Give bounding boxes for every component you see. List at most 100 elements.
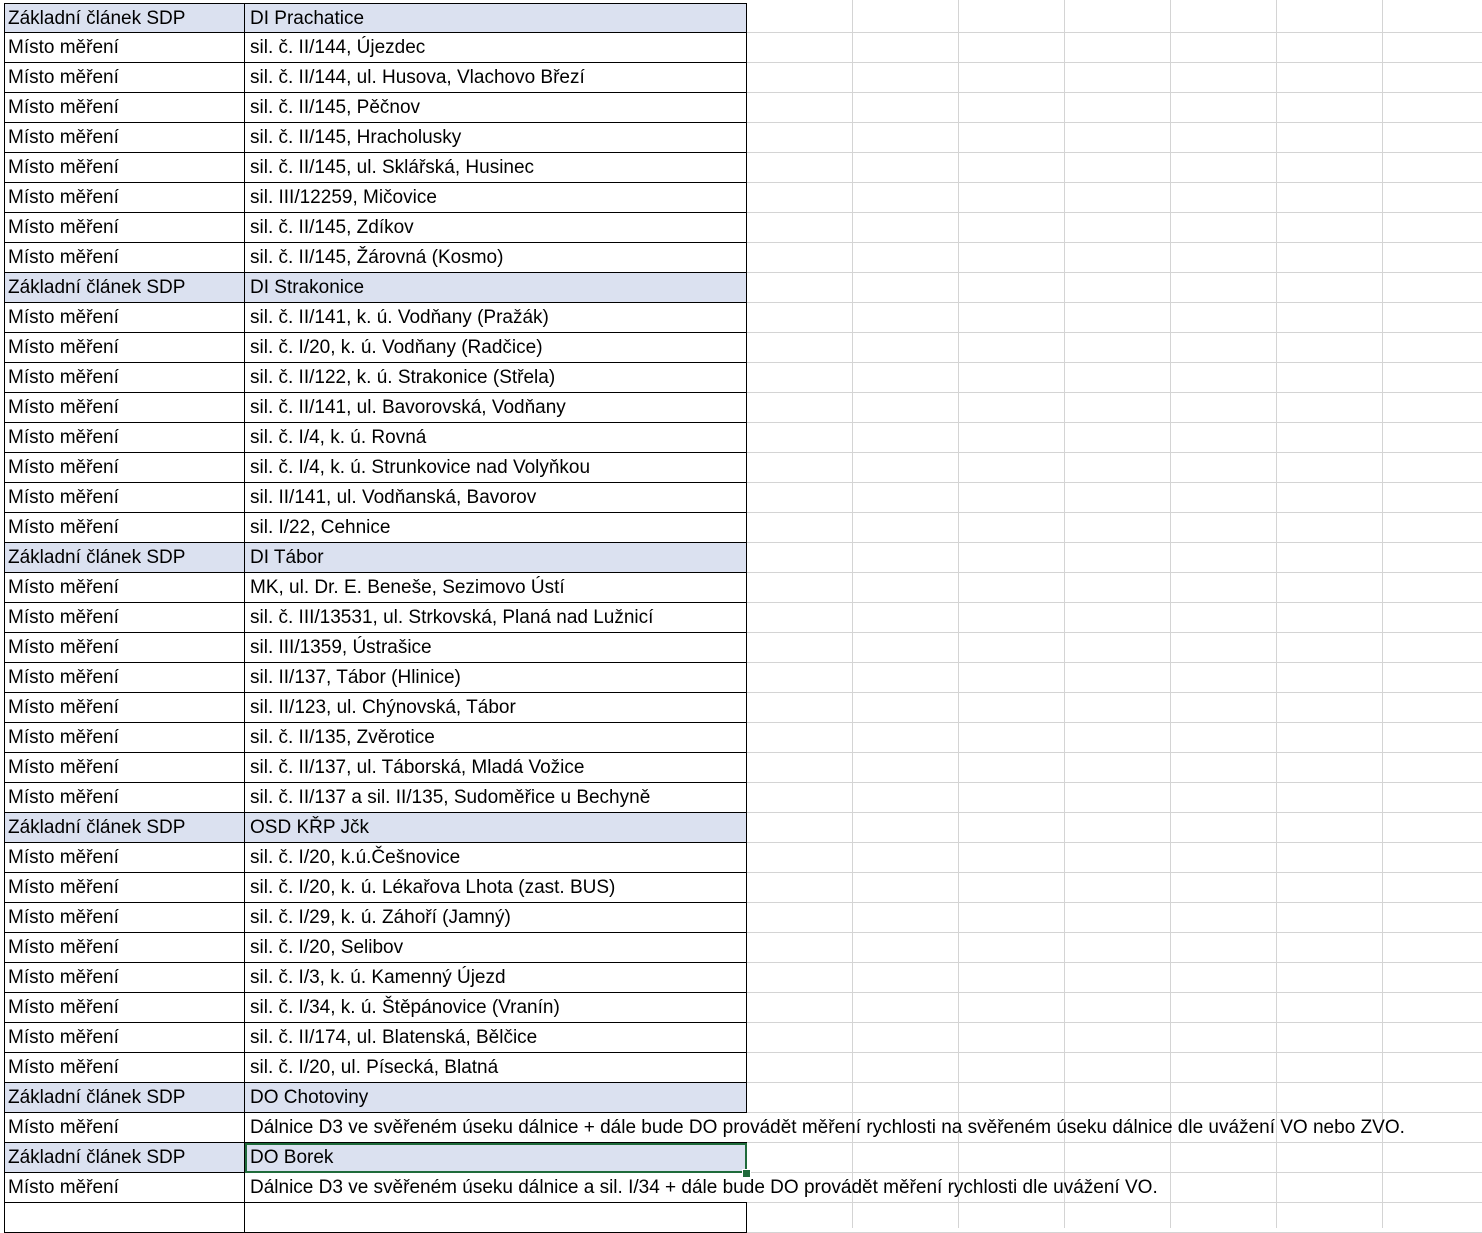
cell-column-a[interactable]: Místo měření [4,693,245,723]
cell-column-a[interactable]: Místo měření [4,363,245,393]
cell-column-b[interactable]: DI Tábor [245,543,747,573]
cell-column-a[interactable]: Místo měření [4,33,245,63]
cell-column-b[interactable]: sil. č. II/145, ul. Sklářská, Husinec [245,153,747,183]
cell-column-a[interactable]: Místo měření [4,963,245,993]
cell-column-a[interactable]: Místo měření [4,663,245,693]
cell-column-a[interactable]: Základní článek SDP [4,1143,245,1173]
cell-column-a[interactable]: Základní článek SDP [4,813,245,843]
cell-column-a[interactable]: Místo měření [4,243,245,273]
table-row: Místo měření sil. č. II/137 a sil. II/135… [0,783,1482,813]
cell-column-a[interactable]: Místo měření [4,483,245,513]
cell-column-b[interactable]: sil. č. II/122, k. ú. Strakonice (Střela… [245,363,747,393]
cell-column-a[interactable]: Místo měření [4,1113,245,1143]
cell-column-b[interactable]: sil. č. II/145, Žárovná (Kosmo) [245,243,747,273]
cell-column-a[interactable]: Základní článek SDP [4,1083,245,1113]
cell-column-a[interactable]: Místo měření [4,783,245,813]
table-row: Místo měření sil. č. II/144, ul. Husova, … [0,63,1482,93]
cell-column-a[interactable]: Místo měření [4,303,245,333]
cell-column-b[interactable]: sil. č. II/174, ul. Blatenská, Bělčice [245,1023,747,1053]
cell-column-b[interactable]: sil. č. I/20, k. ú. Vodňany (Radčice) [245,333,747,363]
cell-column-a[interactable]: Základní článek SDP [4,273,245,303]
selected-cell[interactable]: DO Borek [245,1143,747,1173]
cell-column-a[interactable]: Místo měření [4,513,245,543]
table-row: Místo měření sil. č. I/4, k. ú. Strunkovi… [0,453,1482,483]
cell-column-b[interactable]: MK, ul. Dr. E. Beneše, Sezimovo Ústí [245,573,747,603]
table-row: Místo měření sil. č. II/145, ul. Sklářská… [0,153,1482,183]
cell-column-a[interactable]: Místo měření [4,63,245,93]
cell-column-b[interactable]: OSD KŘP Jčk [245,813,747,843]
cell-column-a[interactable]: Místo měření [4,423,245,453]
cell-column-b[interactable]: sil. II/123, ul. Chýnovská, Tábor [245,693,747,723]
cell-column-a[interactable]: Místo měření [4,633,245,663]
cell-column-b[interactable] [245,1203,747,1233]
table-row: Místo měření sil. č. I/20, Selibov [0,933,1482,963]
cell-column-a[interactable]: Základní článek SDP [4,3,245,33]
cell-column-b[interactable]: sil. č. I/29, k. ú. Záhoří (Jamný) [245,903,747,933]
cell-column-b[interactable]: sil. č. I/20, Selibov [245,933,747,963]
cell-column-b[interactable]: sil. č. I/4, k. ú. Rovná [245,423,747,453]
cell-column-a[interactable]: Místo měření [4,723,245,753]
cell-column-b[interactable]: sil. III/1359, Ústrašice [245,633,747,663]
cell-column-a[interactable]: Místo měření [4,393,245,423]
spreadsheet-grid[interactable]: Základní článek SDP DI Prachatice Místo mě… [0,0,1482,1233]
cell-column-b[interactable]: sil. č. II/135, Zvěrotice [245,723,747,753]
table-row: Místo měření Dálnice D3 ve svěřeném úseku… [0,1173,1482,1203]
selection-fill-handle[interactable] [742,1169,751,1178]
cell-column-b[interactable]: DI Strakonice [245,273,747,303]
cell-column-a[interactable]: Místo měření [4,993,245,1023]
cell-column-a[interactable]: Místo měření [4,153,245,183]
cell-column-b[interactable]: sil. č. II/141, k. ú. Vodňany (Pražák) [245,303,747,333]
cell-column-a[interactable] [4,1203,245,1233]
cell-column-a[interactable]: Místo měření [4,873,245,903]
cell-column-b[interactable]: sil. č. II/145, Pěčnov [245,93,747,123]
cell-column-b[interactable]: Dálnice D3 ve svěřeném úseku dálnice + d… [245,1113,1405,1143]
cell-column-a[interactable]: Místo měření [4,453,245,483]
cell-column-b[interactable]: sil. č. I/3, k. ú. Kamenný Újezd [245,963,747,993]
cell-column-a[interactable]: Místo měření [4,933,245,963]
table-row: Místo měření sil. č. I/29, k. ú. Záhoří (… [0,903,1482,933]
cell-column-b[interactable]: sil. č. II/144, ul. Husova, Vlachovo Bře… [245,63,747,93]
table-row: Místo měření sil. č. II/145, Hracholusky [0,123,1482,153]
table-row: Místo měření sil. č. II/141, ul. Bavorovs… [0,393,1482,423]
cell-column-a[interactable]: Místo měření [4,213,245,243]
cell-column-a[interactable]: Místo měření [4,1053,245,1083]
cell-column-a[interactable]: Místo měření [4,93,245,123]
table-row: Místo měření sil. č. II/145, Pěčnov [0,93,1482,123]
cell-column-b[interactable]: sil. III/12259, Mičovice [245,183,747,213]
cell-column-b[interactable]: sil. č. II/141, ul. Bavorovská, Vodňany [245,393,747,423]
cell-column-a[interactable]: Místo měření [4,573,245,603]
cell-column-a[interactable]: Místo měření [4,333,245,363]
cell-column-b[interactable]: sil. č. II/144, Újezdec [245,33,747,63]
cell-column-b[interactable]: sil. č. I/20, k.ú.Češnovice [245,843,747,873]
cell-column-a[interactable]: Místo měření [4,183,245,213]
cell-column-a[interactable]: Místo měření [4,903,245,933]
cell-column-b[interactable]: sil. č. II/137 a sil. II/135, Sudoměřice… [245,783,747,813]
cell-column-b[interactable]: DI Prachatice [245,3,747,33]
cell-column-b[interactable]: sil. č. I/34, k. ú. Štěpánovice (Vranín) [245,993,747,1023]
cell-column-b[interactable]: sil. č. II/137, ul. Táborská, Mladá Voži… [245,753,747,783]
table-row: Místo měření sil. č. II/135, Zvěrotice [0,723,1482,753]
table-row: Místo měření sil. II/141, ul. Vodňanská, … [0,483,1482,513]
cell-column-b[interactable]: sil. č. I/20, k. ú. Lékařova Lhota (zast… [245,873,747,903]
cell-column-b[interactable]: sil. č. II/145, Zdíkov [245,213,747,243]
cell-column-a[interactable]: Místo měření [4,123,245,153]
cell-column-a[interactable]: Místo měření [4,603,245,633]
table-row: Místo měření sil. č. I/3, k. ú. Kamenný Ú… [0,963,1482,993]
cell-column-b[interactable]: sil. I/22, Cehnice [245,513,747,543]
cell-column-a[interactable]: Místo měření [4,1173,245,1203]
cell-column-b[interactable]: DO Chotoviny [245,1083,747,1113]
table-row: Místo měření Dálnice D3 ve svěřeném úseku… [0,1113,1482,1143]
table-row: Místo měření sil. II/137, Tábor (Hlinice) [0,663,1482,693]
cell-column-b[interactable]: sil. č. I/4, k. ú. Strunkovice nad Volyň… [245,453,747,483]
cell-column-b[interactable]: sil. II/137, Tábor (Hlinice) [245,663,747,693]
cell-column-b[interactable]: sil. II/141, ul. Vodňanská, Bavorov [245,483,747,513]
cell-column-b[interactable]: Dálnice D3 ve svěřeném úseku dálnice a s… [245,1173,1158,1203]
cell-column-a[interactable]: Místo měření [4,1023,245,1053]
cell-column-b[interactable]: sil. č. III/13531, ul. Strkovská, Planá … [245,603,747,633]
section-header-row: Základní článek SDP DO Borek [0,1143,1482,1173]
cell-column-a[interactable]: Místo měření [4,753,245,783]
cell-column-a[interactable]: Základní článek SDP [4,543,245,573]
cell-column-a[interactable]: Místo měření [4,843,245,873]
cell-column-b[interactable]: sil. č. II/145, Hracholusky [245,123,747,153]
cell-column-b[interactable]: sil. č. I/20, ul. Písecká, Blatná [245,1053,747,1083]
